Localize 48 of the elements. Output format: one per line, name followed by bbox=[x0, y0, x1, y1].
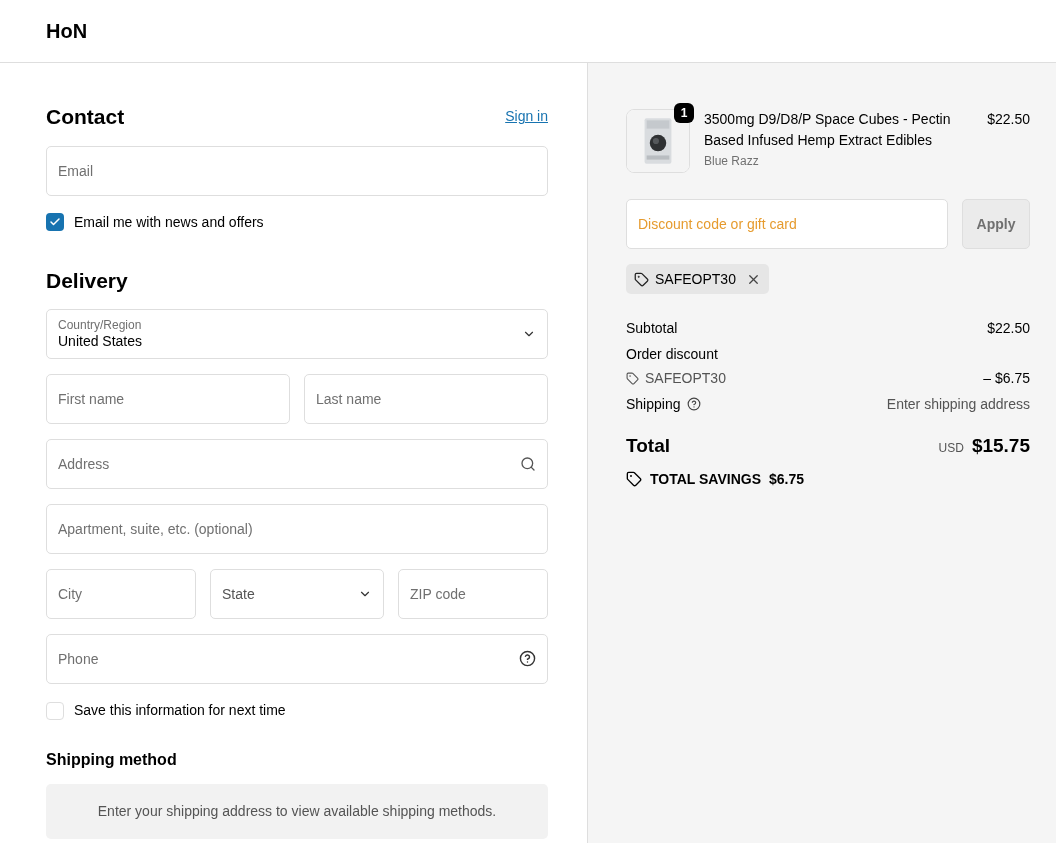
check-icon bbox=[49, 216, 61, 228]
savings-value: $6.75 bbox=[769, 469, 805, 489]
help-icon bbox=[519, 650, 536, 667]
section-heading: Delivery bbox=[46, 267, 129, 294]
summary-label: Subtotal bbox=[626, 318, 678, 338]
total-value: $15.75 bbox=[971, 434, 1030, 458]
input-field[interactable]: Address bbox=[46, 439, 548, 489]
total-savings: TOTAL SAVINGS bbox=[650, 469, 761, 489]
product-variant: Blue Razz bbox=[704, 153, 760, 170]
discount-tag: SAFEOPT30 bbox=[626, 264, 769, 294]
discount-code: SAFEOPT30 bbox=[645, 368, 726, 388]
summary-value: Enter shipping address bbox=[886, 394, 1030, 414]
search-icon bbox=[520, 456, 536, 472]
summary-label: Shipping bbox=[626, 394, 681, 414]
checkbox[interactable] bbox=[46, 701, 64, 720]
checkbox[interactable] bbox=[46, 213, 64, 231]
country-select[interactable]: Country/Region United States bbox=[46, 309, 548, 359]
input-field[interactable]: ZIP code bbox=[398, 569, 548, 619]
product-price: $22.50 bbox=[987, 110, 1030, 129]
sign-in-link[interactable]: Sign in bbox=[505, 106, 548, 128]
store-logo[interactable]: HoN bbox=[46, 16, 88, 46]
input-field[interactable]: Last name bbox=[304, 374, 548, 424]
input-field[interactable]: Apartment, suite, etc. (optional) bbox=[46, 504, 548, 554]
state-select[interactable]: State bbox=[210, 569, 384, 619]
shipping-notice: Enter your shipping address to view available shipping methods. bbox=[46, 784, 548, 839]
input-field[interactable]: First name bbox=[46, 374, 290, 424]
input-field[interactable]: Phone bbox=[46, 634, 548, 684]
input-field[interactable]: City bbox=[46, 569, 196, 619]
checkbox-label: Email me with news and offers bbox=[74, 212, 264, 232]
currency-code: USD bbox=[938, 440, 964, 457]
tag-icon bbox=[626, 371, 639, 385]
quantity-badge: 1 bbox=[674, 103, 694, 123]
summary-value: – $6.75 bbox=[983, 368, 1030, 388]
help-icon bbox=[686, 397, 701, 411]
tag-icon bbox=[634, 271, 649, 287]
discount-field[interactable]: Discount code or gift card bbox=[626, 199, 948, 249]
summary-label: Order discount bbox=[626, 344, 718, 364]
tag-icon bbox=[626, 471, 642, 487]
product-name: 3500mg D9/D8/P Space Cubes - Pectin Based Infused Hemp Extract Edibles bbox=[704, 110, 952, 150]
total-label: Total bbox=[626, 434, 670, 458]
summary-value: $22.50 bbox=[987, 318, 1030, 338]
input-field[interactable]: Email bbox=[46, 145, 548, 196]
checkbox-label: Save this information for next time bbox=[74, 701, 286, 720]
section-heading: Contact bbox=[46, 104, 125, 130]
field-value: United States bbox=[58, 332, 143, 351]
field-label: Country/Region bbox=[58, 317, 143, 333]
apply-button[interactable]: Apply bbox=[962, 199, 1030, 249]
section-heading: Shipping method bbox=[46, 750, 178, 770]
